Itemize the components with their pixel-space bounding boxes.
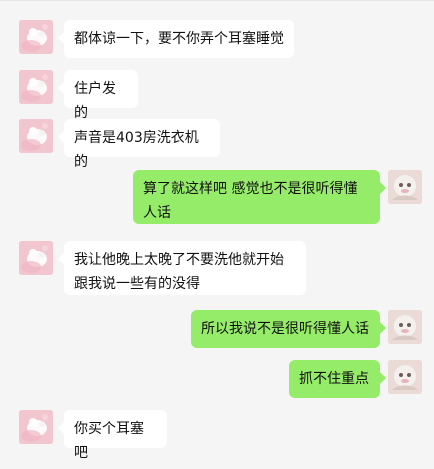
message-bubble[interactable]: 所以我说不是很听得懂人话 bbox=[191, 310, 386, 348]
message-bubble[interactable]: 算了就这样吧 感觉也不是很听得懂人话 bbox=[133, 170, 386, 224]
user-avatar-icon bbox=[19, 20, 53, 54]
message-text: 算了就这样吧 感觉也不是很听得懂人话 bbox=[143, 181, 358, 221]
message-row: 我让他晚上太晚了不要洗他就开始跟我说一些有的没得 bbox=[0, 241, 434, 295]
contact-avatar[interactable] bbox=[19, 119, 53, 153]
contact-avatar[interactable] bbox=[19, 410, 53, 444]
self-avatar-icon bbox=[388, 170, 422, 204]
self-avatar-icon bbox=[388, 310, 422, 344]
self-avatar[interactable] bbox=[388, 170, 422, 204]
message-bubble[interactable]: 我让他晚上太晚了不要洗他就开始跟我说一些有的没得 bbox=[58, 241, 306, 295]
message-text: 住户发的 bbox=[74, 81, 116, 121]
message-bubble[interactable]: 抓不住重点 bbox=[289, 360, 386, 398]
message-text: 抓不住重点 bbox=[299, 371, 369, 387]
self-avatar-icon bbox=[388, 360, 422, 394]
message-text: 都体谅一下，要不你弄个耳塞睡觉 bbox=[74, 31, 284, 47]
message-row: 所以我说不是很听得懂人话 bbox=[0, 310, 434, 348]
contact-avatar[interactable] bbox=[19, 70, 53, 104]
self-avatar[interactable] bbox=[388, 360, 422, 394]
user-avatar-icon bbox=[19, 410, 53, 444]
message-bubble[interactable]: 你买个耳塞吧 bbox=[58, 410, 167, 461]
message-row: 声音是403房洗衣机的 bbox=[0, 119, 434, 170]
message-row: 算了就这样吧 感觉也不是很听得懂人话 bbox=[0, 170, 434, 224]
message-bubble[interactable]: 住户发的 bbox=[58, 70, 138, 121]
message-text: 你买个耳塞吧 bbox=[74, 421, 144, 461]
message-row: 住户发的 bbox=[0, 70, 434, 121]
contact-avatar[interactable] bbox=[19, 241, 53, 275]
user-avatar-icon bbox=[19, 70, 53, 104]
message-bubble[interactable]: 都体谅一下，要不你弄个耳塞睡觉 bbox=[58, 20, 294, 58]
message-row: 都体谅一下，要不你弄个耳塞睡觉 bbox=[0, 20, 434, 58]
user-avatar-icon bbox=[19, 119, 53, 153]
contact-avatar[interactable] bbox=[19, 20, 53, 54]
message-row: 抓不住重点 bbox=[0, 360, 434, 398]
message-text: 所以我说不是很听得懂人话 bbox=[201, 321, 369, 337]
message-text: 声音是403房洗衣机的 bbox=[74, 130, 199, 170]
top-divider bbox=[0, 0, 434, 1]
message-text: 我让他晚上太晚了不要洗他就开始跟我说一些有的没得 bbox=[74, 252, 284, 292]
message-row: 你买个耳塞吧 bbox=[0, 410, 434, 461]
user-avatar-icon bbox=[19, 241, 53, 275]
message-bubble[interactable]: 声音是403房洗衣机的 bbox=[58, 119, 220, 170]
self-avatar[interactable] bbox=[388, 310, 422, 344]
